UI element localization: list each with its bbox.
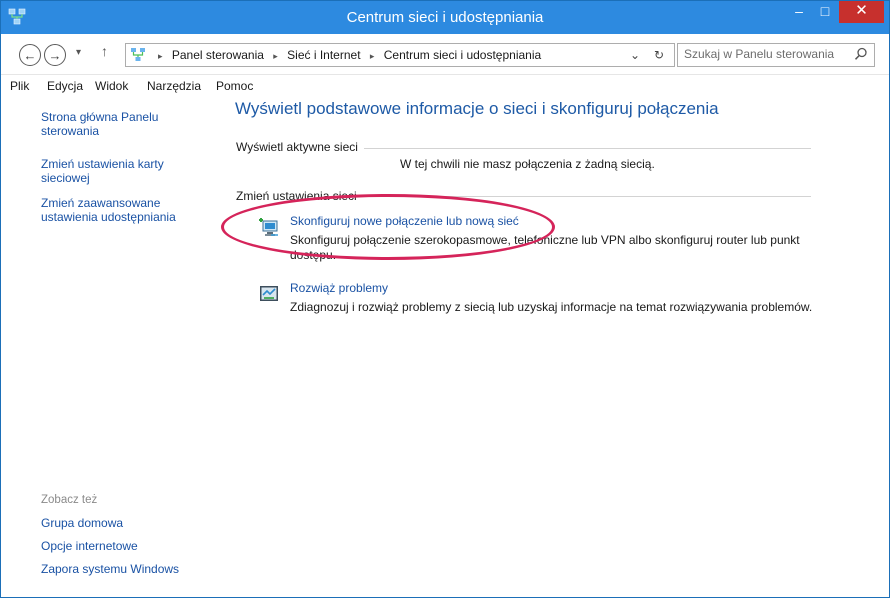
address-toolbar: ← → ▾ ↑ ▸ Panel sterowania ▸ Sieć i Inte… xyxy=(1,34,889,75)
up-button[interactable]: ↑ xyxy=(101,43,108,59)
minimize-button[interactable]: – xyxy=(786,1,812,23)
close-button[interactable]: ✕ xyxy=(839,1,884,23)
arrow-left-icon: ← xyxy=(23,47,37,63)
troubleshoot-icon xyxy=(260,286,278,301)
no-connection-text: W tej chwili nie masz połączenia z żadną… xyxy=(400,157,655,171)
search-input[interactable] xyxy=(684,47,844,61)
menu-view[interactable]: Widok xyxy=(95,79,128,93)
menu-help[interactable]: Pomoc xyxy=(216,79,253,93)
troubleshoot-link[interactable]: Rozwiąż problemy xyxy=(290,281,388,295)
search-icon[interactable] xyxy=(854,47,868,61)
network-setup-icon xyxy=(259,218,278,236)
control-panel-icon xyxy=(131,48,145,61)
menu-file[interactable]: Plik xyxy=(10,79,29,93)
breadcrumb-separator-icon: ▸ xyxy=(369,51,375,61)
sidebar-link-control-panel-home[interactable]: Strona główna Panelu sterowania xyxy=(41,110,211,138)
troubleshoot-description: Zdiagnozuj i rozwiąż problemy z siecią l… xyxy=(290,300,813,314)
setup-new-connection-description: Skonfiguruj połączenie szerokopasmowe, t… xyxy=(290,233,800,262)
breadcrumb-item-control-panel[interactable]: Panel sterowania xyxy=(172,48,264,62)
setup-new-connection-link[interactable]: Skonfiguruj nowe połączenie lub nową sie… xyxy=(290,214,519,228)
search-box[interactable] xyxy=(677,43,875,67)
menu-bar: Plik Edycja Widok Narzędzia Pomoc xyxy=(1,75,889,97)
window-title: Centrum sieci i udostępniania xyxy=(346,9,544,26)
address-dropdown-button[interactable]: ⌄ xyxy=(630,48,640,62)
sidebar-link-adapter-settings[interactable]: Zmień ustawienia karty sieciowej xyxy=(41,157,211,185)
page-title: Wyświetl podstawowe informacje o sieci i… xyxy=(235,99,719,118)
section-divider xyxy=(364,148,811,149)
sidebar-link-homegroup[interactable]: Grupa domowa xyxy=(41,516,123,530)
change-settings-label: Zmień ustawienia sieci xyxy=(236,189,361,203)
back-button[interactable]: ← xyxy=(19,44,41,66)
refresh-button[interactable]: ↻ xyxy=(654,48,664,62)
menu-edit[interactable]: Edycja xyxy=(47,79,83,93)
recent-locations-button[interactable]: ▾ xyxy=(76,47,81,58)
active-networks-label: Wyświetl aktywne sieci xyxy=(236,140,362,154)
menu-tools[interactable]: Narzędzia xyxy=(147,79,201,93)
breadcrumb-separator-icon: ▸ xyxy=(273,51,278,61)
sidebar: Strona główna Panelu sterowania Zmień us… xyxy=(1,97,214,597)
see-also-heading: Zobacz też xyxy=(41,494,98,506)
breadcrumb-item-network-internet[interactable]: Sieć i Internet xyxy=(287,48,360,62)
title-bar[interactable]: Centrum sieci i udostępniania – □ ✕ xyxy=(1,1,889,34)
maximize-button[interactable]: □ xyxy=(812,1,838,23)
section-divider xyxy=(364,196,811,197)
breadcrumb-item-network-center[interactable]: Centrum sieci i udostępniania xyxy=(384,48,541,62)
sidebar-link-internet-options[interactable]: Opcje internetowe xyxy=(41,539,138,553)
forward-button[interactable]: → xyxy=(44,44,66,66)
arrow-right-icon: → xyxy=(48,47,62,63)
address-box[interactable]: ▸ Panel sterowania ▸ Sieć i Internet ▸ C… xyxy=(125,43,675,67)
breadcrumb-separator-icon: ▸ xyxy=(158,51,163,61)
window: Centrum sieci i udostępniania – □ ✕ ← → … xyxy=(0,0,890,598)
breadcrumb: ▸ Panel sterowania ▸ Sieć i Internet ▸ C… xyxy=(152,48,541,62)
sidebar-link-advanced-sharing[interactable]: Zmień zaawansowane ustawienia udostępnia… xyxy=(41,196,211,224)
sidebar-link-windows-firewall[interactable]: Zapora systemu Windows xyxy=(41,562,179,576)
main-content: Wyświetl podstawowe informacje o sieci i… xyxy=(214,97,889,597)
